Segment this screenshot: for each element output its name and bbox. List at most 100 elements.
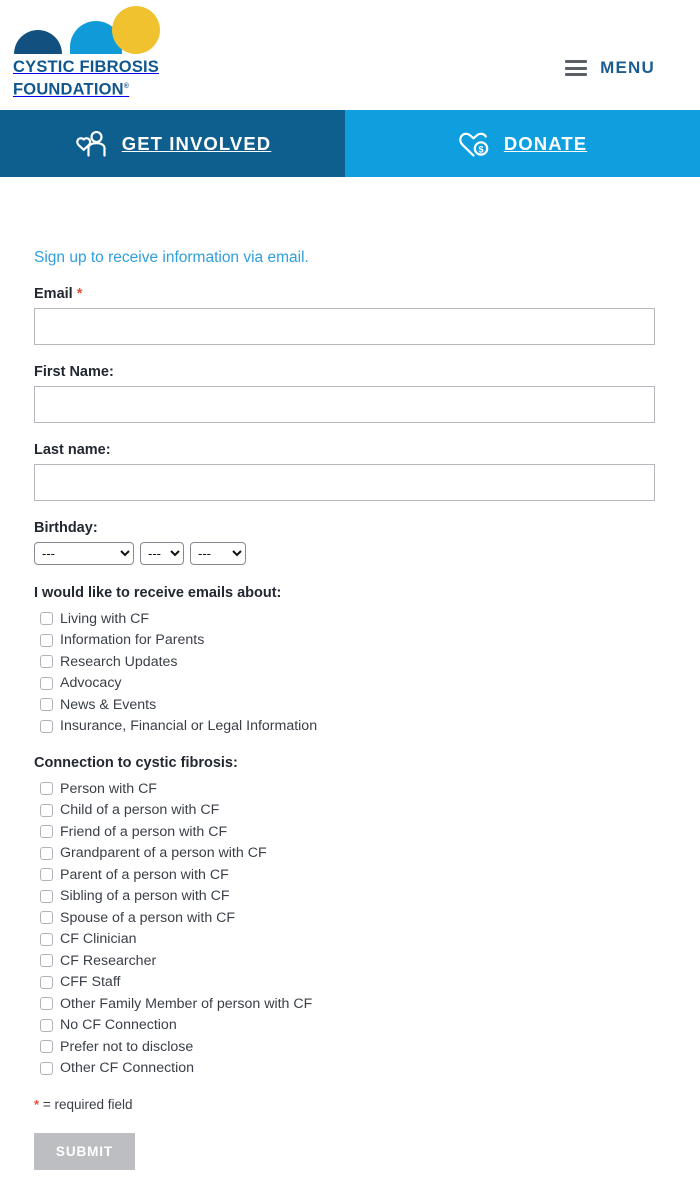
required-field-note: * = required field <box>34 1097 700 1112</box>
checkbox-row: No CF Connection <box>34 1015 700 1037</box>
site-logo[interactable]: CYSTIC FIBROSIS FOUNDATION® <box>6 6 186 104</box>
emails-about-checkbox[interactable] <box>40 698 53 712</box>
checkbox-row: Sibling of a person with CF <box>34 886 700 908</box>
logo-wordmark-line2: FOUNDATION® <box>13 77 186 100</box>
menu-toggle-button[interactable]: MENU <box>565 58 655 78</box>
logo-dark-semicircle-icon <box>14 30 62 54</box>
birthday-selects: --- --- --- <box>34 542 700 565</box>
connection-checkbox[interactable] <box>40 782 53 796</box>
logo-wordmark-line1: CYSTIC FIBROSIS <box>13 58 160 76</box>
connection-checkbox[interactable] <box>40 803 53 817</box>
connection-title: Connection to cystic fibrosis: <box>34 755 238 771</box>
checkbox-row: Living with CF <box>34 608 700 630</box>
hamburger-icon[interactable] <box>565 60 588 76</box>
connection-checkbox[interactable] <box>40 954 53 968</box>
connection-checkbox[interactable] <box>40 997 53 1011</box>
emails-about-label[interactable]: Research Updates <box>60 654 178 670</box>
checkbox-row: News & Events <box>34 694 700 716</box>
heart-dollar-icon: $ <box>458 130 490 158</box>
connection-label[interactable]: No CF Connection <box>60 1017 177 1033</box>
checkbox-row: Grandparent of a person with CF <box>34 843 700 865</box>
connection-checkbox[interactable] <box>40 868 53 882</box>
logo-wordmark-line2-text: FOUNDATION <box>13 80 124 99</box>
birthday-month-select[interactable]: --- <box>140 542 184 565</box>
logo-marks <box>6 6 166 54</box>
registered-mark: ® <box>123 83 130 90</box>
emails-about-list: Living with CF Information for Parents Res… <box>34 608 700 737</box>
emails-about-label[interactable]: News & Events <box>60 697 156 713</box>
connection-checkbox[interactable] <box>40 889 53 903</box>
action-bar: GET INVOLVED $ DONATE <box>0 110 700 177</box>
emails-about-checkbox[interactable] <box>40 719 53 733</box>
connection-label[interactable]: Person with CF <box>60 781 157 797</box>
emails-about-label[interactable]: Insurance, Financial or Legal Informatio… <box>60 718 317 734</box>
signup-form: Sign up to receive information via email… <box>0 177 700 1170</box>
connection-list: Person with CF Child of a person with CF F… <box>34 778 700 1079</box>
submit-button[interactable]: SUBMIT <box>34 1133 135 1170</box>
connection-label[interactable]: Sibling of a person with CF <box>60 888 230 904</box>
emails-about-label[interactable]: Living with CF <box>60 611 149 627</box>
connection-checkbox[interactable] <box>40 1018 53 1032</box>
signup-heading-link[interactable]: Sign up to receive information via email… <box>34 249 309 267</box>
checkbox-row: Prefer not to disclose <box>34 1036 700 1058</box>
email-label-text: Email <box>34 286 73 302</box>
emails-about-label[interactable]: Advocacy <box>60 675 122 691</box>
checkbox-row: Spouse of a person with CF <box>34 907 700 929</box>
logo-yellow-circle-icon <box>112 6 160 54</box>
emails-about-title: I would like to receive emails about: <box>34 585 282 601</box>
checkbox-row: Person with CF <box>34 778 700 800</box>
connection-label[interactable]: Parent of a person with CF <box>60 867 229 883</box>
connection-checkbox[interactable] <box>40 825 53 839</box>
checkbox-row: Information for Parents <box>34 630 700 652</box>
menu-label: MENU <box>600 58 655 77</box>
required-note-text: = required field <box>42 1097 133 1112</box>
birthday-day-select[interactable]: --- <box>190 542 246 565</box>
checkbox-row: Research Updates <box>34 651 700 673</box>
connection-label[interactable]: CF Clinician <box>60 931 136 947</box>
checkbox-row: CF Clinician <box>34 929 700 951</box>
checkbox-row: Other Family Member of person with CF <box>34 993 700 1015</box>
connection-checkbox[interactable] <box>40 911 53 925</box>
donate-button[interactable]: $ DONATE <box>345 110 700 177</box>
checkbox-row: Parent of a person with CF <box>34 864 700 886</box>
svg-text:$: $ <box>478 144 483 154</box>
emails-about-checkbox[interactable] <box>40 655 53 669</box>
get-involved-label: GET INVOLVED <box>121 132 272 154</box>
get-involved-button[interactable]: GET INVOLVED <box>0 110 345 177</box>
people-heart-icon <box>74 130 108 157</box>
birthday-label: Birthday: <box>34 520 98 536</box>
email-required-asterisk: * <box>76 286 83 302</box>
birthday-year-select[interactable]: --- <box>34 542 134 565</box>
emails-about-label[interactable]: Information for Parents <box>60 632 204 648</box>
checkbox-row: Child of a person with CF <box>34 800 700 822</box>
connection-checkbox[interactable] <box>40 846 53 860</box>
checkbox-row: CFF Staff <box>34 972 700 994</box>
checkbox-row: Advocacy <box>34 673 700 695</box>
first-name-label: First Name: <box>34 364 114 380</box>
connection-checkbox[interactable] <box>40 1040 53 1054</box>
emails-about-checkbox[interactable] <box>40 612 53 626</box>
checkbox-row: Insurance, Financial or Legal Informatio… <box>34 716 700 738</box>
connection-label[interactable]: Grandparent of a person with CF <box>60 845 267 861</box>
last-name-input[interactable] <box>34 464 655 501</box>
emails-about-checkbox[interactable] <box>40 676 53 690</box>
first-name-input[interactable] <box>34 386 655 423</box>
checkbox-row: Other CF Connection <box>34 1058 700 1080</box>
connection-label[interactable]: Spouse of a person with CF <box>60 910 235 926</box>
required-note-asterisk: * <box>34 1097 40 1112</box>
connection-label[interactable]: CF Researcher <box>60 953 156 969</box>
connection-label[interactable]: Child of a person with CF <box>60 802 219 818</box>
connection-label[interactable]: CFF Staff <box>60 974 120 990</box>
connection-checkbox[interactable] <box>40 1061 53 1075</box>
emails-about-checkbox[interactable] <box>40 633 53 647</box>
connection-label[interactable]: Other Family Member of person with CF <box>60 996 312 1012</box>
last-name-label: Last name: <box>34 442 111 458</box>
checkbox-row: CF Researcher <box>34 950 700 972</box>
connection-label[interactable]: Prefer not to disclose <box>60 1039 193 1055</box>
connection-label[interactable]: Other CF Connection <box>60 1060 194 1076</box>
site-header: CYSTIC FIBROSIS FOUNDATION® MENU <box>0 0 700 110</box>
connection-label[interactable]: Friend of a person with CF <box>60 824 227 840</box>
connection-checkbox[interactable] <box>40 932 53 946</box>
email-input[interactable] <box>34 308 655 345</box>
connection-checkbox[interactable] <box>40 975 53 989</box>
